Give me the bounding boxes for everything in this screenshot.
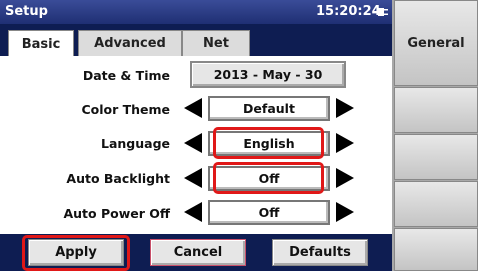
side-menu-item-4[interactable] <box>394 181 478 227</box>
language-highlight <box>213 127 324 159</box>
side-menu-general[interactable]: General <box>394 0 478 86</box>
clock: 15:20:24 <box>316 4 381 19</box>
date-time-button[interactable]: 2013 - May - 30 <box>190 61 346 88</box>
auto-backlight-highlight <box>213 162 324 194</box>
window-title: Setup <box>5 4 48 19</box>
tab-bar: Basic Advanced Net <box>0 24 392 57</box>
title-bar: Setup 15:20:24 <box>0 0 392 24</box>
color-theme-right-arrow-icon[interactable] <box>336 98 354 118</box>
language-left-arrow-icon[interactable] <box>184 133 202 153</box>
side-menu-item-3[interactable] <box>394 134 478 180</box>
date-time-label: Date & Time <box>82 68 170 83</box>
tab-advanced-label: Advanced <box>94 36 166 51</box>
auto-power-off-right-arrow-icon[interactable] <box>336 202 354 222</box>
side-menu-item-5[interactable] <box>394 228 478 271</box>
color-theme-left-arrow-icon[interactable] <box>184 98 202 118</box>
settings-panel: Date & Time 2013 - May - 30 Color Theme … <box>0 56 392 234</box>
side-menu-item-2[interactable] <box>394 87 478 133</box>
tab-net[interactable]: Net <box>182 30 250 56</box>
auto-backlight-right-arrow-icon[interactable] <box>336 168 354 188</box>
auto-power-off-left-arrow-icon[interactable] <box>184 202 202 222</box>
auto-backlight-left-arrow-icon[interactable] <box>184 168 202 188</box>
cancel-button[interactable]: Cancel <box>150 239 246 266</box>
tab-basic-label: Basic <box>21 36 61 52</box>
language-right-arrow-icon[interactable] <box>336 133 354 153</box>
tab-advanced[interactable]: Advanced <box>78 30 182 56</box>
language-label: Language <box>100 136 170 151</box>
auto-power-off-value: Off <box>208 200 330 225</box>
tab-net-label: Net <box>203 36 229 51</box>
apply-highlight <box>22 235 130 271</box>
side-menu: General <box>392 0 478 271</box>
auto-power-off-label: Auto Power Off <box>63 206 170 221</box>
auto-backlight-label: Auto Backlight <box>66 171 170 186</box>
color-theme-label: Color Theme <box>81 102 170 117</box>
tab-basic[interactable]: Basic <box>8 30 74 57</box>
color-theme-value: Default <box>208 96 330 121</box>
defaults-button[interactable]: Defaults <box>272 239 368 266</box>
bottom-button-bar: Apply Cancel Defaults <box>0 234 392 271</box>
ac-plug-icon <box>373 8 388 16</box>
